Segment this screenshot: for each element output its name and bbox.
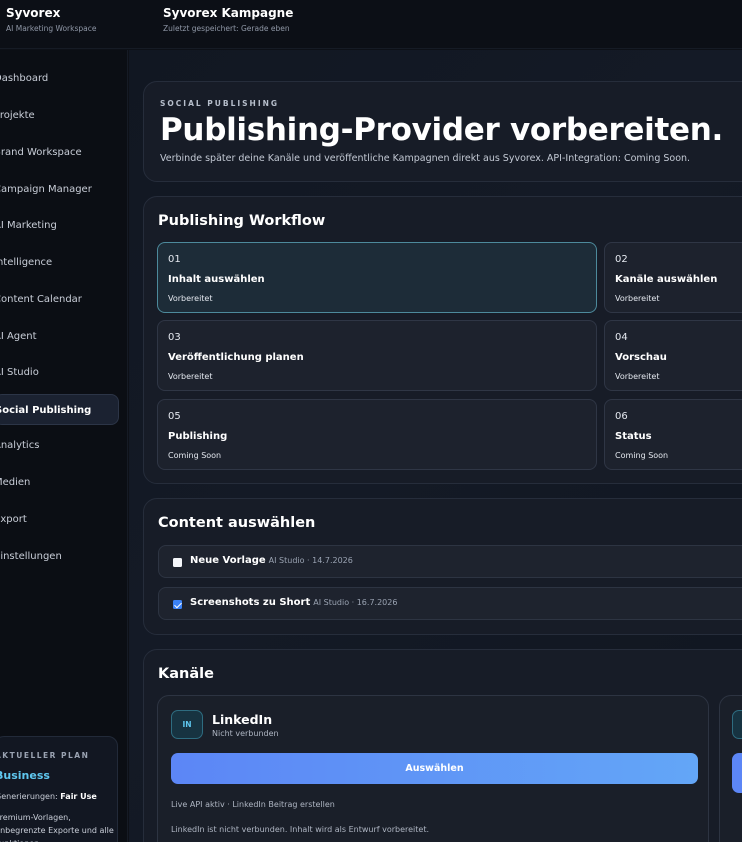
step-title: Inhalt auswählen [168,274,265,285]
content-title: Content auswählen [158,515,316,531]
linkedin-icon: IN [171,710,203,739]
plan-card: AKTUELLER PLAN Business Generierungen: F… [0,736,118,842]
channel-note: LinkedIn ist nicht verbunden. Inhalt wir… [171,825,430,834]
sidebar-item-label: Social Publishing [0,405,92,416]
channel-card-linkedin: IN LinkedIn Nicht verbunden Auswählen Li… [157,695,709,842]
sidebar-item-label: Projekte [0,110,35,121]
step-status: Vorbereitet [615,294,660,303]
plan-label: AKTUELLER PLAN [0,751,90,760]
plan-generations: Generierungen: Fair Use [0,792,97,801]
channel-info: Live API aktiv · LinkedIn Beitrag erstel… [171,800,335,809]
step-number: 04 [615,332,628,343]
sidebar-item-intelligence[interactable]: Intelligence [0,247,119,278]
channel-name: LinkedIn [212,712,273,727]
channel-card-next [719,695,742,842]
sidebar-item-label: AI Studio [0,367,39,378]
sidebar-item-ai-marketing[interactable]: AI Marketing [0,210,119,241]
sidebar-item-label: Content Calendar [0,294,82,305]
step-status: Vorbereitet [615,372,660,381]
workflow-step-publishing[interactable]: 05 Publishing Coming Soon [157,399,597,470]
main-content: SOCIAL PUBLISHING Publishing-Provider vo… [129,50,742,842]
sidebar-item-label: AI Marketing [0,220,57,231]
sidebar: Dashboard Projekte Brand Workspace Campa… [0,50,128,842]
page-title: Publishing-Provider vorbereiten. [160,112,723,148]
content-item-title: Screenshots zu Short AI Studio · 16.7.202… [190,597,398,608]
channels-panel: Kanäle IN LinkedIn Nicht verbunden Auswä… [143,649,742,842]
plan-features: Premium-Vorlagen, unbegrenzte Exporte un… [0,813,114,842]
hero-kicker: SOCIAL PUBLISHING [160,99,280,108]
content-checkbox[interactable] [173,600,182,609]
top-bar: Syvorex AI Marketing Workspace Syvorex K… [0,0,742,49]
content-panel: Content auswählen Neue Vorlage AI Studio … [143,498,742,635]
sidebar-item-analytics[interactable]: Analytics [0,430,119,461]
sidebar-item-campaign-manager[interactable]: Campaign Manager [0,174,119,205]
content-item-meta: AI Studio · 14.7.2026 [268,556,353,565]
sidebar-item-label: Campaign Manager [0,184,92,195]
sidebar-item-label: Intelligence [0,257,53,268]
workflow-step-inhalt[interactable]: 01 Inhalt auswählen Vorbereitet [157,242,597,313]
step-title: Kanäle auswählen [615,274,718,285]
step-number: 02 [615,254,628,265]
sidebar-item-dashboard[interactable]: Dashboard [0,63,119,94]
workflow-step-status[interactable]: 06 Status Coming Soon [604,399,742,470]
content-item-title: Neue Vorlage AI Studio · 14.7.2026 [190,555,353,566]
sidebar-item-medien[interactable]: Medien [0,467,119,498]
sidebar-item-label: Medien [0,477,31,488]
hero-subtitle: Verbinde später deine Kanäle und veröffe… [160,153,691,164]
step-status: Coming Soon [168,451,222,460]
plan-name: Business [0,769,50,782]
brand-name[interactable]: Syvorex [6,6,60,20]
content-item[interactable]: Screenshots zu Short AI Studio · 16.7.202… [158,587,742,620]
sidebar-item-ai-agent[interactable]: AI Agent [0,321,119,352]
save-status: Zuletzt gespeichert: Gerade eben [163,24,290,33]
sidebar-item-label: Analytics [0,440,40,451]
step-title: Publishing [168,431,228,442]
step-title: Veröffentlichung planen [168,352,304,363]
step-title: Status [615,431,652,442]
sidebar-item-label: Dashboard [0,73,49,84]
channel-icon [732,710,742,739]
step-number: 03 [168,332,181,343]
channel-status: Nicht verbunden [212,729,279,738]
sidebar-item-projekte[interactable]: Projekte [0,100,119,131]
workflow-title: Publishing Workflow [158,213,326,229]
hero-panel: SOCIAL PUBLISHING Publishing-Provider vo… [143,81,742,182]
content-checkbox[interactable] [173,558,182,567]
step-number: 06 [615,411,628,422]
step-status: Vorbereitet [168,372,213,381]
workflow-step-kanaele[interactable]: 02 Kanäle auswählen Vorbereitet [604,242,742,313]
sidebar-item-social-publishing[interactable]: Social Publishing [0,394,119,425]
select-channel-button[interactable] [732,753,742,793]
step-number: 01 [168,254,181,265]
brand-subtitle: AI Marketing Workspace [6,24,97,33]
select-channel-button[interactable]: Auswählen [171,753,698,784]
sidebar-item-content-calendar[interactable]: Content Calendar [0,284,119,315]
project-name[interactable]: Syvorex Kampagne [163,6,293,20]
content-item[interactable]: Neue Vorlage AI Studio · 14.7.2026 [158,545,742,578]
step-status: Coming Soon [615,451,669,460]
step-number: 05 [168,411,181,422]
sidebar-item-label: Einstellungen [0,551,62,562]
workflow-step-planen[interactable]: 03 Veröffentlichung planen Vorbereitet [157,320,597,391]
channels-title: Kanäle [158,666,214,682]
sidebar-item-einstellungen[interactable]: Einstellungen [0,541,119,572]
content-item-meta: AI Studio · 16.7.2026 [313,598,398,607]
sidebar-item-label: Export [0,514,27,525]
sidebar-item-label: AI Agent [0,331,37,342]
step-title: Vorschau [615,352,667,363]
workflow-panel: Publishing Workflow 01 Inhalt auswählen … [143,196,742,484]
step-status: Vorbereitet [168,294,213,303]
sidebar-item-brand-workspace[interactable]: Brand Workspace [0,137,119,168]
sidebar-item-ai-studio[interactable]: AI Studio [0,357,119,388]
workflow-step-vorschau[interactable]: 04 Vorschau Vorbereitet [604,320,742,391]
sidebar-item-export[interactable]: Export [0,504,119,535]
sidebar-item-label: Brand Workspace [0,147,82,158]
